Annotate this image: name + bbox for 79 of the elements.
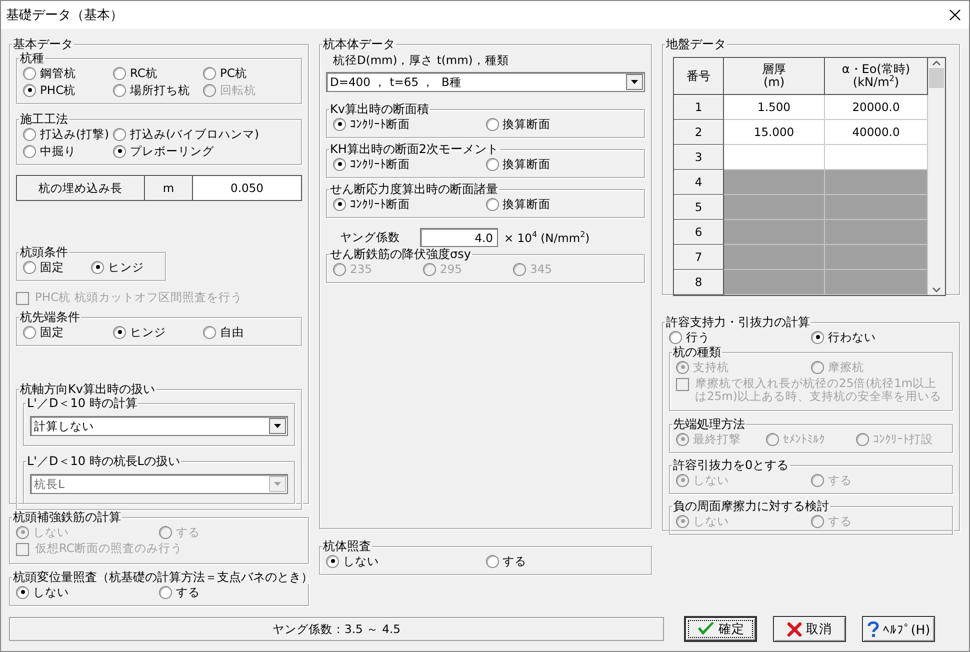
radio-option[interactable]: 固定 (23, 259, 91, 275)
group-title: 杭軸方向Kv算出時の扱い (19, 382, 156, 396)
status-bar: ヤング係数：3.5 ～ 4.5 (9, 617, 664, 641)
group-title: 杭先端条件 (19, 310, 81, 324)
group-title: 地盤データ (665, 37, 727, 51)
radio-option[interactable]: する (159, 584, 302, 600)
group-title: せん断鉄筋の降伏強度σsy (329, 247, 472, 261)
group-title: せん断応力度算出時の断面諸量 (329, 182, 499, 196)
table-cell[interactable] (724, 145, 825, 170)
column-header: 層厚 (m) (724, 58, 825, 95)
radio-option[interactable]: 打込み(バイブロハンマ) (113, 126, 259, 142)
radio-option[interactable]: 換算断面 (486, 196, 638, 212)
group-title: 杭体照査 (322, 539, 372, 553)
radio-option[interactable]: 鋼管杭 (23, 65, 113, 81)
radio-option[interactable]: 中掘り (23, 143, 113, 159)
field-label: ヤング係数 (340, 230, 401, 245)
table-cell[interactable]: 1.500 (724, 95, 825, 120)
value-field[interactable]: 4.0 (420, 228, 498, 247)
scroll-up-icon[interactable] (932, 60, 941, 66)
check-icon (696, 621, 714, 637)
table-cell[interactable] (825, 145, 928, 170)
radio-option[interactable]: プレボーリング (113, 143, 259, 159)
table-cell[interactable]: 20000.0 (825, 95, 928, 120)
dropdown-field[interactable]: 計算しない (30, 416, 288, 436)
close-icon (787, 622, 802, 636)
radio-option[interactable]: RC杭 (113, 65, 203, 81)
radio-option[interactable]: ｺﾝｸﾘｰﾄ断面 (333, 196, 486, 212)
group-title: 許容引抜力を0とする (672, 458, 790, 472)
scroll-thumb[interactable] (929, 68, 944, 88)
dropdown-field[interactable]: D=400 ， t=65 ， B種 (326, 72, 645, 92)
radio-option[interactable]: 固定 (23, 324, 113, 340)
radio-option[interactable]: 行う (669, 329, 811, 345)
unit-label: × 10$^{4}$ (N/mm$^{2}$) (504, 230, 590, 245)
group-title: 杭の種類 (672, 345, 722, 359)
group-title: L'／D＜10 時の杭長Lの扱い (26, 454, 181, 468)
column-header: 番号 (674, 58, 724, 95)
column-header: α・Eo(常時) (kN/m$^{2}$) (825, 58, 928, 95)
radio-option[interactable]: 場所打ち杭 (113, 82, 203, 98)
radio-option[interactable]: PHC杭 (23, 82, 113, 98)
window-title: 基礎データ（基本） (6, 7, 123, 24)
radio-option[interactable]: しない (326, 553, 486, 569)
radio-option[interactable]: 打込み(打撃) (23, 126, 113, 142)
table-cell[interactable]: 15.000 (724, 120, 825, 145)
group-title: 杭頭条件 (19, 245, 69, 259)
radio-option[interactable]: しない (16, 584, 159, 600)
group-title: 許容支持力・引抜力の計算 (665, 315, 811, 329)
dialog-button[interactable]: 確定 (684, 616, 757, 642)
group-title: KH算出時の断面2次モーメント (329, 142, 500, 156)
group-title: 基本データ (12, 37, 74, 51)
group-title: 杭頭補強鉄筋の計算 (12, 510, 122, 524)
dialog-button[interactable]: ﾍﾙﾌﾟ(H) (862, 616, 935, 642)
radio-option[interactable]: ｺﾝｸﾘｰﾄ断面 (333, 116, 486, 132)
radio-option[interactable]: する (486, 553, 645, 569)
close-icon[interactable] (949, 9, 961, 21)
group-title: 杭種 (19, 51, 45, 65)
row-header[interactable]: 3 (674, 145, 724, 170)
table-cell[interactable]: 40000.0 (825, 120, 928, 145)
scrollbar[interactable] (928, 58, 945, 295)
row-header[interactable]: 2 (674, 120, 724, 145)
radio-option[interactable]: PC杭 (203, 65, 293, 81)
group-title: 杭本体データ (322, 37, 396, 51)
question-icon (866, 620, 879, 638)
radio-option[interactable]: 換算断面 (486, 116, 638, 132)
dialog-button[interactable]: 取消 (773, 616, 846, 642)
radio-option[interactable]: 行わない (811, 329, 953, 345)
radio-option[interactable]: ヒンジ (91, 259, 159, 275)
group-title: 施工工法 (19, 112, 69, 126)
group-title: Kv算出時の断面積 (329, 102, 430, 116)
radio-option[interactable]: ヒンジ (113, 324, 203, 340)
radio-option[interactable]: 換算断面 (486, 156, 638, 172)
scroll-down-icon[interactable] (932, 287, 941, 293)
group-title: 先端処理方法 (672, 417, 746, 431)
radio-option[interactable]: ｺﾝｸﾘｰﾄ断面 (333, 156, 486, 172)
group-title: L'／D＜10 時の計算 (26, 396, 138, 410)
field-label: 杭径D(mm)，厚さ t(mm)，種類 (332, 53, 510, 68)
radio-option[interactable]: 自由 (203, 324, 293, 340)
group-title: 杭頭変位量照査（杭基礎の計算方法＝支点バネのとき） (12, 570, 314, 584)
group-title: 負の周面摩擦力に対する検討 (672, 499, 830, 513)
row-header[interactable]: 1 (674, 95, 724, 120)
